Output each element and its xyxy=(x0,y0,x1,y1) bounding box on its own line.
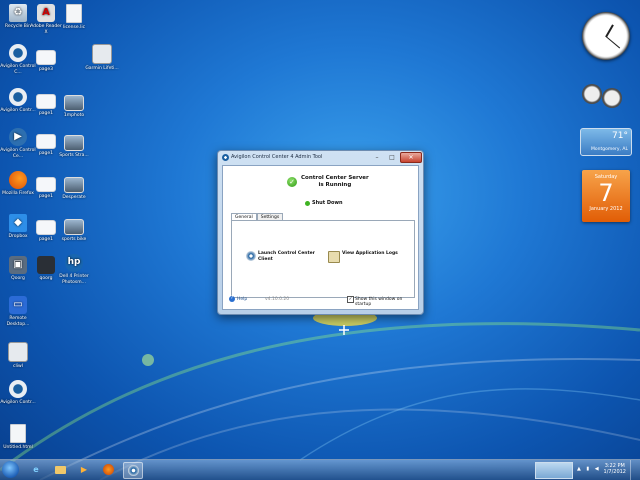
meter-gadget[interactable] xyxy=(582,80,628,112)
taskbar-date: 1/7/2012 xyxy=(603,469,626,475)
installer-icon xyxy=(92,44,112,64)
check-icon: ✓ xyxy=(287,177,297,187)
folder-icon xyxy=(54,465,66,474)
clock-minute-hand xyxy=(605,36,621,49)
remote-desktop-icon: ▭ xyxy=(9,296,27,314)
calendar-day: 7 xyxy=(598,179,614,207)
scanner-icon xyxy=(8,342,28,362)
firefox-icon xyxy=(102,464,114,475)
tray-thumbnail[interactable] xyxy=(535,462,573,479)
admin-tool-window[interactable]: Avigilon Control Center 4 Admin Tool – □… xyxy=(217,150,424,315)
desktop-icon-page3[interactable]: page3 xyxy=(28,46,64,73)
camera-icon xyxy=(246,251,256,261)
clock-gadget[interactable] xyxy=(582,12,630,60)
launch-client-button[interactable]: Launch Control Center Client xyxy=(246,251,315,262)
help-link[interactable]: Help xyxy=(237,297,247,302)
calendar-gadget[interactable]: Saturday 7 January 2012 xyxy=(582,170,630,222)
taskbar-clock[interactable]: 3:22 PM 1/7/2012 xyxy=(604,463,626,475)
weather-gadget[interactable]: 71° Montgomery, AL xyxy=(580,128,632,156)
system-tray: ▲ ▮ ◀ 3:22 PM 1/7/2012 xyxy=(535,460,640,480)
avigilon-icon xyxy=(127,465,139,476)
media-player-icon: ▶ xyxy=(80,465,88,474)
desktop-icon-desperate[interactable]: Desperate xyxy=(56,174,92,201)
folder-icon xyxy=(36,220,56,235)
taskbar-avigilon[interactable] xyxy=(123,462,143,479)
app-icon: ▣ xyxy=(9,256,27,274)
arrow-icon xyxy=(305,200,310,206)
dropbox-icon: ◆ xyxy=(9,214,27,232)
desktop-icon-untitled[interactable]: Untitled.html xyxy=(0,424,36,451)
taskbar-ie[interactable]: e xyxy=(27,462,45,477)
taskbar-firefox[interactable] xyxy=(99,462,117,477)
version-label: v4.10.0.20 xyxy=(265,297,290,302)
startup-checkbox[interactable]: ✓ xyxy=(347,296,354,303)
recycle-bin-icon: ♻ xyxy=(9,4,27,22)
avigilon-icon xyxy=(9,44,27,62)
pdf-icon: A xyxy=(37,4,55,22)
start-button[interactable] xyxy=(2,461,19,478)
startup-checkbox-label: Show this window on startup xyxy=(355,297,403,307)
taskbar-explorer[interactable] xyxy=(51,462,69,477)
minimize-button[interactable]: – xyxy=(370,153,384,162)
desktop-icon-cliwl[interactable]: cliwl xyxy=(0,342,36,370)
desktop-icon-license[interactable]: license.lic xyxy=(56,4,92,31)
cpu-meter-dial xyxy=(582,84,602,104)
tray-icons[interactable]: ▲ ▮ ◀ xyxy=(577,466,601,472)
log-icon xyxy=(328,251,340,263)
avigilon-icon xyxy=(9,88,27,106)
avigilon-icon xyxy=(9,380,27,398)
window-titlebar[interactable]: Avigilon Control Center 4 Admin Tool – □… xyxy=(218,151,423,165)
view-logs-button[interactable]: View Application Logs xyxy=(328,251,398,263)
general-tab-panel: Launch Control Center Client View Applic… xyxy=(231,220,415,298)
desktop-icon-sports-bike[interactable]: sports bike xyxy=(56,216,92,243)
ie-icon: e xyxy=(33,465,39,474)
folder-icon xyxy=(36,177,56,192)
photo-icon xyxy=(64,177,84,193)
desktop-icon-avigilon-4[interactable]: Avigilon Contr... xyxy=(0,380,36,406)
avigilon-app-icon xyxy=(222,154,229,161)
window-client-area: ✓ Control Center Server is Running Shut … xyxy=(222,165,419,310)
firefox-icon xyxy=(9,171,27,189)
folder-icon xyxy=(36,50,56,65)
dark-icon xyxy=(37,256,55,274)
desktop-icon-garmin[interactable]: Garmin Lifeti... xyxy=(84,44,120,72)
maximize-button[interactable]: □ xyxy=(385,153,399,162)
show-desktop-button[interactable] xyxy=(630,460,640,480)
shutdown-button[interactable]: Shut Down xyxy=(305,200,343,206)
photo-icon xyxy=(64,219,84,235)
calendar-month-year: January 2012 xyxy=(589,206,623,212)
hp-icon: hp xyxy=(65,254,83,272)
close-button[interactable]: ✕ xyxy=(400,152,422,163)
folder-icon xyxy=(36,94,56,109)
taskbar-media-player[interactable]: ▶ xyxy=(75,462,93,477)
desktop-icon-1mphoto[interactable]: 1mphoto xyxy=(56,92,92,119)
folder-icon xyxy=(36,134,56,149)
player-icon: ▶ xyxy=(9,128,27,146)
desktop-icon-hp-printer[interactable]: hp Dell 4 Printer Photosm... xyxy=(56,254,92,285)
window-title: Avigilon Control Center 4 Admin Tool xyxy=(231,154,323,160)
memory-meter-dial xyxy=(602,88,622,108)
photo-icon xyxy=(64,95,84,111)
desktop-icon-remote-desktop[interactable]: ▭ Remote Desktop... xyxy=(0,296,36,327)
desktop-icon-sports-stra[interactable]: Sports Stra... xyxy=(56,132,92,159)
weather-location: Montgomery, AL xyxy=(591,147,628,152)
window-footer: ? Help v4.10.0.20 ✓ Show this window on … xyxy=(227,295,414,307)
status-line-2: is Running xyxy=(318,182,352,188)
move-cursor-icon xyxy=(339,325,349,335)
taskbar: e ▶ ▲ ▮ ◀ 3:22 PM 1/7/2012 xyxy=(0,459,640,480)
help-icon[interactable]: ? xyxy=(229,296,235,302)
file-icon xyxy=(66,4,82,23)
status-line-1: Control Center Server xyxy=(301,175,369,181)
photo-icon xyxy=(64,135,84,151)
file-icon xyxy=(10,424,26,443)
weather-temp: 71° xyxy=(612,131,628,141)
